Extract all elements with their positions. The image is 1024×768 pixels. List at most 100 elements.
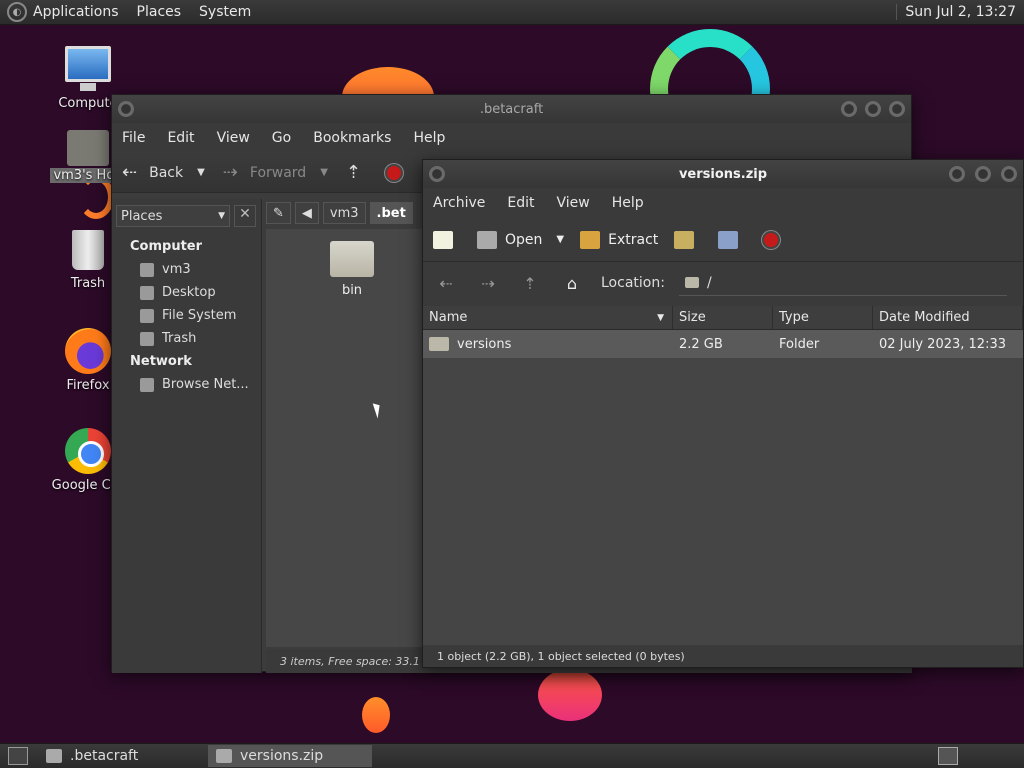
places-menu[interactable]: Places — [137, 4, 182, 20]
network-icon — [140, 377, 154, 392]
chevron-down-icon[interactable]: ▼ — [320, 167, 328, 178]
mate-logo-icon[interactable]: ◐ — [7, 2, 27, 22]
home-icon[interactable]: ⌂ — [559, 274, 585, 293]
file-item[interactable]: bin — [326, 241, 378, 298]
path-label: vm3 — [329, 205, 359, 221]
close-icon[interactable] — [1001, 166, 1017, 182]
sidebar-selector-label: Places — [121, 208, 163, 224]
column-header-type[interactable]: Type — [773, 306, 873, 329]
extract-button[interactable]: Extract — [580, 230, 658, 249]
column-header-size[interactable]: Size — [673, 306, 773, 329]
table-row[interactable]: versions 2.2 GB Folder 02 July 2023, 12:… — [423, 330, 1023, 358]
menu-bookmarks[interactable]: Bookmarks — [313, 130, 391, 146]
taskbar-item-versions-zip[interactable]: versions.zip — [208, 745, 372, 767]
sidebar-item-browse-network[interactable]: Browse Net... — [112, 373, 261, 396]
sidebar-item-trash[interactable]: Trash — [112, 327, 261, 350]
window-menu-icon[interactable] — [118, 101, 134, 117]
menu-file[interactable]: File — [122, 130, 145, 146]
path-button-betacraft[interactable]: .bet — [369, 202, 413, 224]
forward-arrow-icon: ⇢ — [222, 162, 238, 183]
location-field[interactable]: / — [678, 270, 1007, 296]
applications-menu[interactable]: Applications — [33, 4, 119, 20]
window-title: .betacraft — [479, 101, 544, 117]
sidebar-item-label: vm3 — [162, 262, 191, 277]
maximize-icon[interactable] — [865, 101, 881, 117]
window-menu-icon[interactable] — [429, 166, 445, 182]
path-left-arrow-icon[interactable]: ◀ — [294, 202, 319, 224]
path-button-vm3[interactable]: vm3 — [322, 202, 366, 224]
column-label: Size — [679, 310, 706, 325]
file-list-empty-area[interactable] — [423, 358, 1023, 646]
cell-date: 02 July 2023, 12:33 — [879, 336, 1006, 352]
path-label: .bet — [376, 205, 406, 221]
trash-icon — [72, 230, 104, 270]
maximize-icon[interactable] — [975, 166, 991, 182]
menu-help[interactable]: Help — [413, 130, 445, 146]
sidebar-item-filesystem[interactable]: File System — [112, 304, 261, 327]
forward-arrow-icon[interactable]: ⇢ — [475, 274, 501, 293]
add-files-icon — [674, 230, 695, 249]
bottom-panel: .betacraft versions.zip — [0, 743, 1024, 768]
close-sidebar-icon[interactable]: ✕ — [234, 205, 256, 227]
stop-button[interactable] — [385, 163, 403, 182]
up-button[interactable]: ⇡ — [338, 162, 375, 183]
folder-icon — [429, 337, 449, 351]
top-panel: ◐ Applications Places System Sun Jul 2, … — [0, 0, 1024, 25]
column-header-name[interactable]: Name ▼ — [423, 306, 673, 329]
chevron-down-icon[interactable]: ▼ — [197, 167, 205, 178]
chevron-down-icon[interactable]: ▼ — [556, 234, 564, 245]
home-icon — [140, 262, 154, 277]
home-folder-icon — [67, 130, 109, 166]
column-label: Type — [779, 310, 809, 325]
minimize-icon[interactable] — [841, 101, 857, 117]
workspace-switcher[interactable] — [938, 747, 958, 765]
menu-go[interactable]: Go — [272, 130, 291, 146]
places-sidebar: Places ▼ ✕ Computer vm3 Desktop File Sys… — [112, 199, 262, 673]
add-files-button[interactable] — [674, 230, 702, 249]
back-arrow-icon: ⇠ — [122, 162, 138, 183]
minimize-icon[interactable] — [949, 166, 965, 182]
wallpaper-shape — [362, 697, 390, 733]
open-button[interactable]: Open ▼ — [477, 230, 564, 249]
column-header-date[interactable]: Date Modified — [873, 306, 1023, 329]
window-titlebar[interactable]: versions.zip — [423, 160, 1023, 188]
menu-help[interactable]: Help — [612, 195, 644, 211]
edit-location-icon[interactable]: ✎ — [266, 202, 291, 224]
back-arrow-icon[interactable]: ⇠ — [433, 274, 459, 293]
window-title: versions.zip — [678, 166, 768, 182]
stop-button[interactable] — [762, 230, 781, 249]
cell-size: 2.2 GB — [679, 336, 723, 352]
back-label: Back — [149, 164, 184, 181]
new-archive-button[interactable] — [433, 230, 461, 249]
close-icon[interactable] — [889, 101, 905, 117]
desktop-icon — [140, 285, 154, 300]
sidebar-item-vm3[interactable]: vm3 — [112, 258, 261, 281]
clock[interactable]: Sun Jul 2, 13:27 — [896, 4, 1016, 20]
add-folder-button[interactable] — [718, 230, 746, 249]
menu-edit[interactable]: Edit — [507, 195, 534, 211]
task-label: .betacraft — [70, 748, 139, 764]
window-titlebar[interactable]: .betacraft — [112, 95, 911, 123]
location-label: Location: — [601, 275, 665, 291]
archive-manager-window: versions.zip Archive Edit View Help Open… — [422, 159, 1024, 668]
menu-view[interactable]: View — [217, 130, 250, 146]
up-arrow-icon[interactable]: ⇡ — [517, 274, 543, 293]
show-desktop-icon[interactable] — [8, 747, 28, 765]
taskbar-item-betacraft[interactable]: .betacraft — [38, 745, 202, 767]
system-menu[interactable]: System — [199, 4, 251, 20]
forward-button[interactable]: ⇢ Forward ▼ — [215, 162, 328, 183]
back-button[interactable]: ⇠ Back ▼ — [122, 162, 205, 183]
sidebar-selector[interactable]: Places ▼ — [116, 205, 230, 227]
status-bar: 1 object (2.2 GB), 1 object selected (0 … — [423, 645, 1023, 667]
menu-edit[interactable]: Edit — [167, 130, 194, 146]
menu-archive[interactable]: Archive — [433, 195, 485, 211]
sidebar-item-label: Desktop — [162, 285, 216, 300]
sidebar-item-desktop[interactable]: Desktop — [112, 281, 261, 304]
stop-icon — [762, 230, 781, 249]
menubar: File Edit View Go Bookmarks Help — [112, 123, 911, 153]
open-icon — [477, 230, 497, 249]
cell-name: versions — [457, 336, 512, 352]
new-archive-icon — [433, 230, 453, 249]
trash-icon — [140, 331, 154, 346]
menu-view[interactable]: View — [557, 195, 590, 211]
